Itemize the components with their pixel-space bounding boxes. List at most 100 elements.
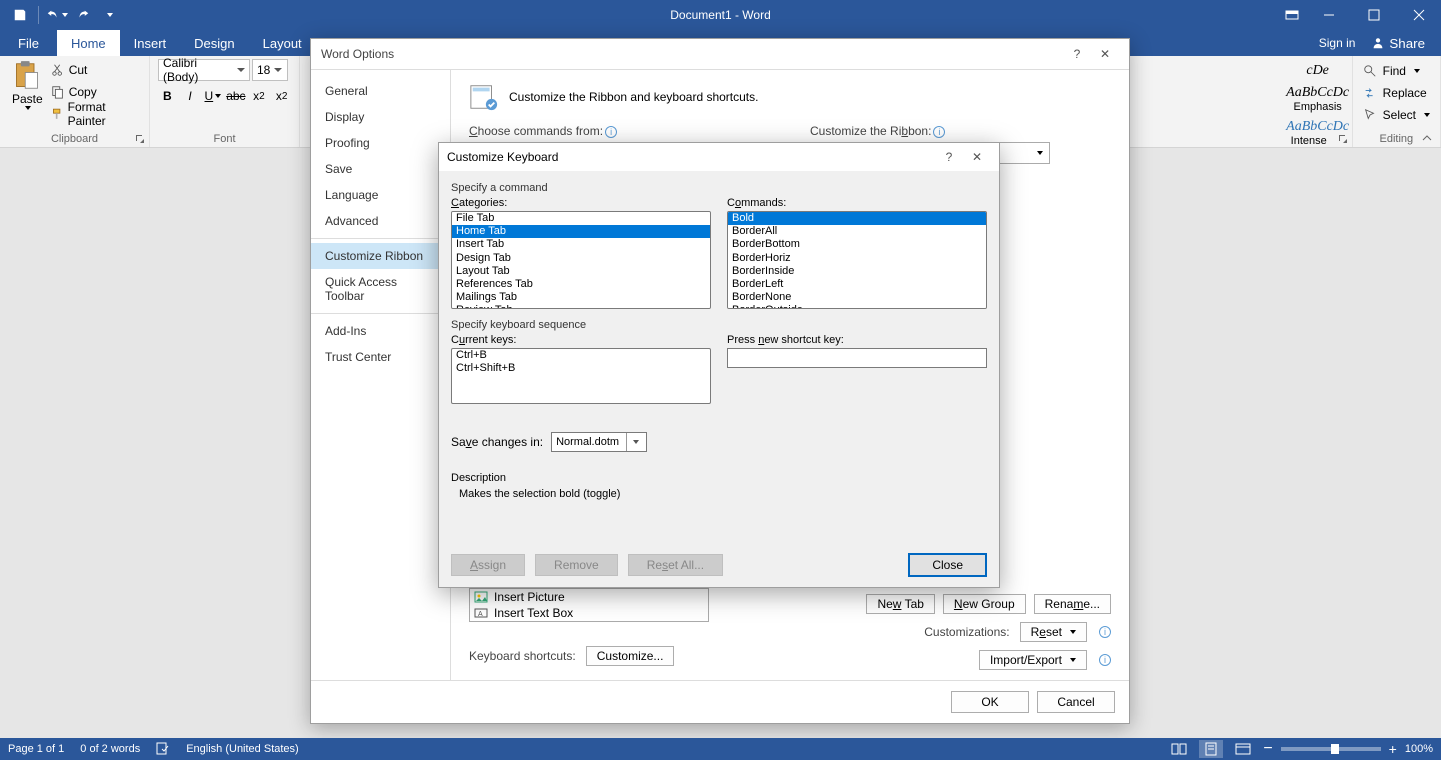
specify-sequence-heading: Specify keyboard sequence bbox=[451, 319, 987, 331]
categories-listbox[interactable]: File TabHome TabInsert TabDesign TabLayo… bbox=[451, 211, 711, 309]
options-close-button[interactable]: ✕ bbox=[1091, 40, 1119, 68]
remove-button: Remove bbox=[535, 554, 618, 576]
style-item-1[interactable]: AaBbCcDc Emphasis bbox=[1288, 82, 1348, 116]
font-group: Calibri (Body) 18 B I U abc x2 x2 Font bbox=[150, 56, 300, 147]
maximize-button[interactable] bbox=[1351, 0, 1396, 30]
zoom-out-button[interactable]: − bbox=[1263, 740, 1272, 758]
find-label: Find bbox=[1383, 64, 1406, 78]
format-painter-button[interactable]: Format Painter bbox=[51, 104, 141, 124]
replace-button[interactable]: Replace bbox=[1363, 82, 1430, 104]
new-shortcut-input[interactable] bbox=[727, 348, 987, 368]
find-button[interactable]: Find bbox=[1363, 60, 1430, 82]
ribbon-display-options-icon[interactable] bbox=[1278, 1, 1306, 29]
zoom-in-button[interactable]: + bbox=[1389, 741, 1397, 757]
nav-advanced[interactable]: Advanced bbox=[311, 208, 450, 234]
nav-save[interactable]: Save bbox=[311, 156, 450, 182]
clipboard-launcher[interactable] bbox=[135, 133, 147, 145]
nav-proofing[interactable]: Proofing bbox=[311, 130, 450, 156]
info-icon[interactable]: i bbox=[1099, 654, 1111, 666]
nav-addins[interactable]: Add-Ins bbox=[311, 318, 450, 344]
cut-button[interactable]: Cut bbox=[51, 60, 141, 80]
file-tab[interactable]: File bbox=[0, 30, 57, 56]
zoom-level[interactable]: 100% bbox=[1405, 743, 1433, 755]
commands-label: Commands: bbox=[727, 197, 987, 209]
rename-button[interactable]: Rename... bbox=[1034, 594, 1111, 614]
list-item: Insert Picture bbox=[494, 590, 565, 604]
customize-keyboard-dialog: Customize Keyboard ? ✕ Specify a command… bbox=[438, 142, 1000, 588]
new-group-button[interactable]: New Group bbox=[943, 594, 1026, 614]
options-ok-button[interactable]: OK bbox=[951, 691, 1029, 713]
share-button[interactable]: Share bbox=[1363, 34, 1433, 53]
font-size-combo[interactable]: 18 bbox=[252, 59, 288, 81]
commands-list-fragment[interactable]: Insert Picture AInsert Text Box bbox=[469, 588, 709, 622]
save-icon[interactable] bbox=[8, 3, 32, 27]
import-export-button[interactable]: Import/Export bbox=[979, 650, 1087, 670]
tab-home[interactable]: Home bbox=[57, 30, 120, 56]
statusbar: Page 1 of 1 0 of 2 words English (United… bbox=[0, 738, 1441, 760]
close-button[interactable] bbox=[1396, 0, 1441, 30]
reset-all-button: Reset All... bbox=[628, 554, 723, 576]
italic-button[interactable]: I bbox=[181, 86, 200, 106]
style-item-0[interactable]: cDe bbox=[1288, 60, 1348, 82]
redo-icon[interactable] bbox=[71, 3, 95, 27]
copy-button[interactable]: Copy bbox=[51, 82, 141, 102]
font-name-value: Calibri (Body) bbox=[163, 56, 233, 84]
nav-customize-ribbon[interactable]: Customize Ribbon bbox=[311, 243, 450, 269]
select-icon bbox=[1363, 108, 1377, 122]
page-status[interactable]: Page 1 of 1 bbox=[8, 743, 64, 755]
nav-trust-center[interactable]: Trust Center bbox=[311, 344, 450, 370]
ck-close-button[interactable]: Close bbox=[908, 553, 987, 577]
find-icon bbox=[1363, 64, 1377, 78]
paste-button[interactable]: Paste bbox=[8, 58, 47, 112]
font-name-combo[interactable]: Calibri (Body) bbox=[158, 59, 250, 81]
minimize-button[interactable] bbox=[1306, 0, 1351, 30]
commands-listbox[interactable]: BoldBorderAllBorderBottomBorderHorizBord… bbox=[727, 211, 987, 309]
undo-icon[interactable] bbox=[45, 3, 69, 27]
style-preview-0: cDe bbox=[1306, 63, 1329, 79]
options-help-button[interactable]: ? bbox=[1063, 40, 1091, 68]
tab-design[interactable]: Design bbox=[180, 30, 248, 56]
styles-launcher[interactable] bbox=[1338, 133, 1350, 145]
format-painter-icon bbox=[51, 107, 64, 121]
window-title: Document1 - Word bbox=[670, 8, 770, 22]
spellcheck-icon[interactable] bbox=[156, 741, 170, 758]
strikethrough-button[interactable]: abc bbox=[226, 86, 245, 106]
customize-shortcuts-button[interactable]: Customize... bbox=[586, 646, 675, 666]
underline-button[interactable]: U bbox=[203, 86, 222, 106]
word-count[interactable]: 0 of 2 words bbox=[80, 743, 140, 755]
info-icon[interactable]: i bbox=[1099, 626, 1111, 638]
new-tab-button[interactable]: New Tab bbox=[866, 594, 934, 614]
zoom-slider[interactable] bbox=[1281, 747, 1381, 751]
superscript-button[interactable]: x2 bbox=[272, 86, 291, 106]
ck-help-button[interactable]: ? bbox=[935, 143, 963, 171]
nav-general[interactable]: General bbox=[311, 78, 450, 104]
subscript-button[interactable]: x2 bbox=[250, 86, 269, 106]
info-icon[interactable]: i bbox=[933, 126, 945, 138]
options-header-text: Customize the Ribbon and keyboard shortc… bbox=[509, 90, 758, 104]
save-changes-combo[interactable]: Normal.dotm bbox=[551, 432, 647, 452]
options-cancel-button[interactable]: Cancel bbox=[1037, 691, 1115, 713]
format-painter-label: Format Painter bbox=[68, 100, 141, 128]
reset-button[interactable]: Reset bbox=[1020, 622, 1087, 642]
nav-display[interactable]: Display bbox=[311, 104, 450, 130]
tab-layout[interactable]: Layout bbox=[249, 30, 316, 56]
style-preview-1: AaBbCcDc bbox=[1286, 85, 1349, 101]
select-button[interactable]: Select bbox=[1363, 104, 1430, 126]
read-mode-button[interactable] bbox=[1167, 740, 1191, 758]
tab-insert[interactable]: Insert bbox=[120, 30, 181, 56]
clipboard-group-label: Clipboard bbox=[8, 131, 141, 147]
collapse-ribbon-button[interactable] bbox=[1421, 132, 1435, 146]
cut-label: Cut bbox=[69, 63, 88, 77]
nav-language[interactable]: Language bbox=[311, 182, 450, 208]
assign-button: Assign bbox=[451, 554, 525, 576]
ck-close-x-button[interactable]: ✕ bbox=[963, 143, 991, 171]
bold-button[interactable]: B bbox=[158, 86, 177, 106]
nav-quick-access[interactable]: Quick Access Toolbar bbox=[311, 269, 450, 309]
info-icon[interactable]: i bbox=[605, 126, 617, 138]
current-keys-listbox[interactable]: Ctrl+BCtrl+Shift+B bbox=[451, 348, 711, 404]
language-status[interactable]: English (United States) bbox=[186, 743, 299, 755]
web-layout-button[interactable] bbox=[1231, 740, 1255, 758]
print-layout-button[interactable] bbox=[1199, 740, 1223, 758]
qat-customize-icon[interactable] bbox=[97, 3, 121, 27]
signin-link[interactable]: Sign in bbox=[1319, 36, 1356, 50]
